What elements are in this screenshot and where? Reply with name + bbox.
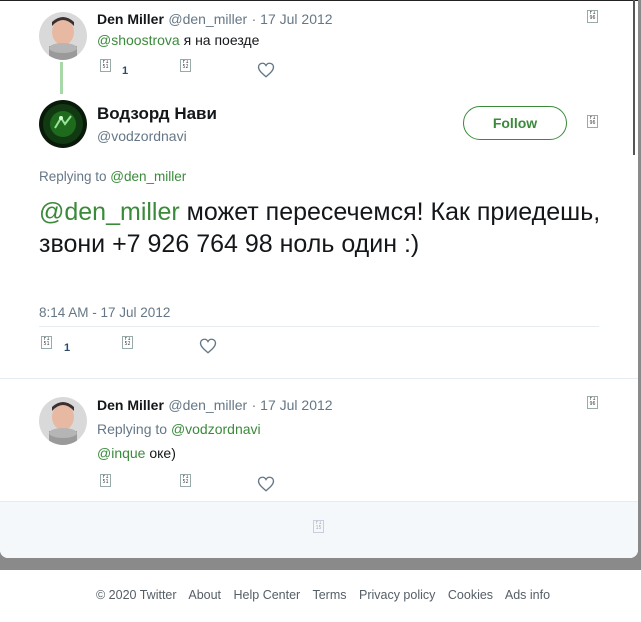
footer-copyright: © 2020 Twitter (96, 588, 177, 602)
tweet3-mention[interactable]: @inque (97, 445, 145, 461)
replying-to-link[interactable]: @den_miller (110, 169, 186, 184)
tweet1-text: @shoostrova я на поезде (97, 32, 259, 48)
reply-icon[interactable]: F1 51 (100, 474, 111, 487)
tweet1-handle[interactable]: @den_miller (168, 11, 247, 27)
heart-icon[interactable] (257, 61, 275, 79)
thread-connector (60, 62, 63, 94)
replying-to-label: Replying to (97, 421, 171, 437)
main-reply-count: 1 (64, 342, 71, 354)
conversation-card: Den Miller @den_miller · 17 Jul 2012 @sh… (0, 0, 638, 558)
footer-ads-link[interactable]: Ads info (505, 588, 550, 602)
replying-to-link[interactable]: @vodzordnavi (171, 421, 261, 437)
tweet1-reply-count: 1 (122, 65, 129, 77)
main-tweet-text: @den_miller может пересечемся! Как приед… (39, 196, 609, 260)
tweet1-name[interactable]: Den Miller (97, 11, 164, 27)
tweet3-body: оке) (145, 445, 176, 461)
retweet-icon[interactable]: F1 52 (180, 59, 191, 72)
heart-icon[interactable] (257, 475, 275, 493)
footer-privacy-link[interactable]: Privacy policy (359, 588, 435, 602)
main-replying-to: Replying to @den_miller (39, 169, 186, 184)
top-border (0, 0, 638, 1)
caret-down-icon[interactable]: F1 96 (587, 10, 598, 23)
footer-about-link[interactable]: About (188, 588, 221, 602)
avatar-den-miller[interactable] (39, 12, 87, 60)
reply-icon[interactable]: F1 51 (41, 336, 52, 349)
caret-down-icon[interactable]: F1 96 (587, 115, 598, 128)
tweet1-mention[interactable]: @shoostrova (97, 32, 180, 48)
avatar-den-miller[interactable] (39, 397, 87, 445)
main-name[interactable]: Водзорд Нави (97, 104, 217, 124)
footer-terms-link[interactable]: Terms (312, 588, 346, 602)
replying-to-label: Replying to (39, 169, 111, 184)
divider (39, 326, 599, 327)
footer-help-link[interactable]: Help Center (234, 588, 301, 602)
caret-down-icon[interactable]: F1 96 (587, 396, 598, 409)
footer-links: © 2020 Twitter About Help Center Terms P… (96, 588, 550, 602)
footer: © 2020 Twitter About Help Center Terms P… (0, 570, 641, 622)
tweet3-text: @inque оке) (97, 445, 176, 461)
tweet1-date[interactable]: · 17 Jul 2012 (252, 11, 333, 27)
follow-button[interactable]: Follow (463, 106, 567, 140)
divider (0, 378, 638, 379)
tweet1-header: Den Miller @den_miller · 17 Jul 2012 (97, 11, 333, 29)
spinner-icon: F1 15 (313, 520, 324, 533)
tweet3-date[interactable]: · 17 Jul 2012 (252, 397, 333, 413)
scrollbar[interactable] (633, 0, 635, 155)
main-mention[interactable]: @den_miller (39, 198, 180, 226)
tweet3-header: Den Miller @den_miller · 17 Jul 2012 (97, 397, 333, 415)
avatar-vodzordnavi[interactable] (39, 100, 87, 148)
reply-icon[interactable]: F1 51 (100, 59, 111, 72)
tweet1-body: я на поезде (179, 32, 260, 48)
footer-cookies-link[interactable]: Cookies (448, 588, 493, 602)
tweet3-handle[interactable]: @den_miller (168, 397, 247, 413)
retweet-icon[interactable]: F1 52 (180, 474, 191, 487)
heart-icon[interactable] (199, 337, 217, 355)
main-handle[interactable]: @vodzordnavi (97, 128, 187, 144)
retweet-icon[interactable]: F1 52 (122, 336, 133, 349)
tweet3-name[interactable]: Den Miller (97, 397, 164, 413)
load-more-area[interactable]: F1 15 (0, 502, 638, 558)
main-timestamp[interactable]: 8:14 AM - 17 Jul 2012 (39, 305, 170, 320)
tweet3-replying-to: Replying to @vodzordnavi (97, 421, 261, 437)
